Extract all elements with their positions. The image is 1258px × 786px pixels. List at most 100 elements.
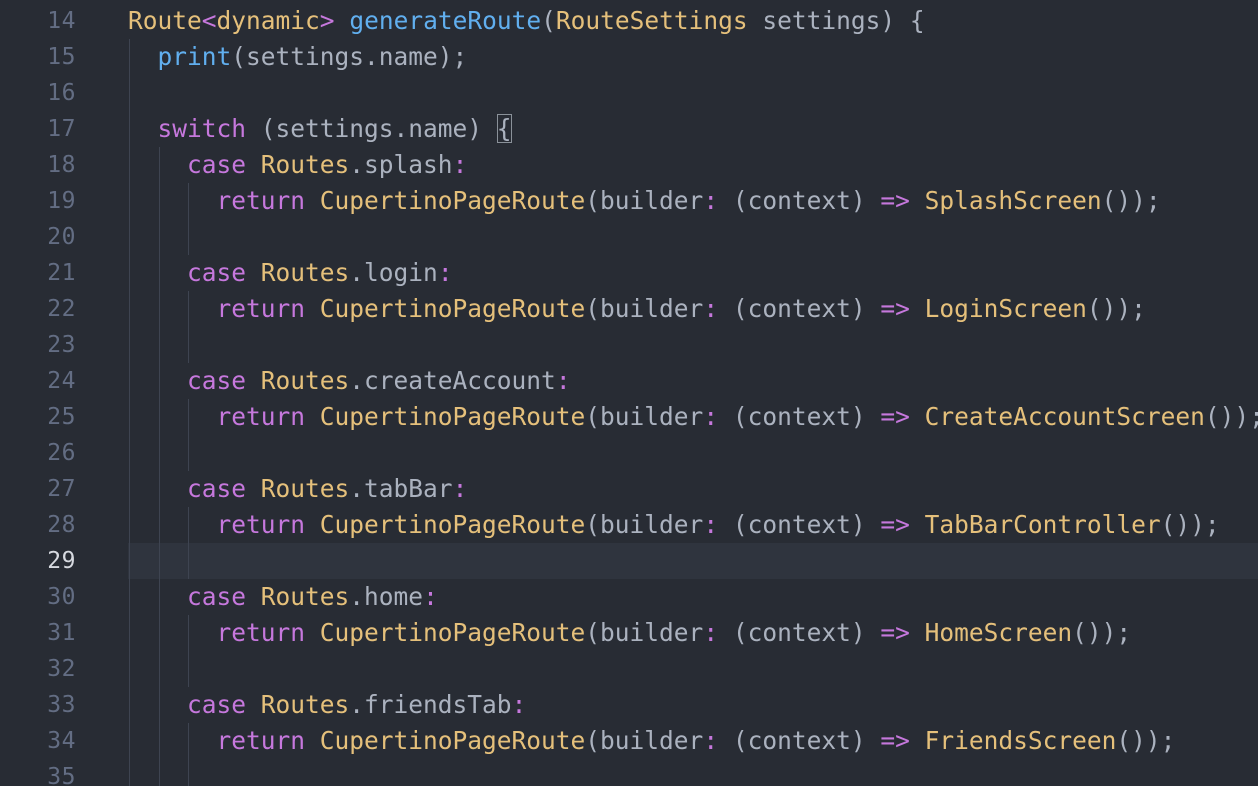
code-line[interactable]: 26: [0, 435, 1258, 471]
code-token: .tabBar: [349, 474, 453, 503]
line-number[interactable]: 33: [0, 689, 76, 721]
code-line[interactable]: 34 return CupertinoPageRoute(builder: (co…: [0, 723, 1258, 759]
indent-guide: [129, 219, 130, 255]
code-line[interactable]: 31 return CupertinoPageRoute(builder: (co…: [0, 615, 1258, 651]
line-number[interactable]: 18: [0, 149, 76, 181]
code-text[interactable]: case Routes.friendsTab:: [187, 689, 526, 721]
code-line[interactable]: 30 case Routes.home:: [0, 579, 1258, 615]
keyword-token: :: [703, 402, 719, 431]
code-text[interactable]: case Routes.home:: [187, 581, 438, 613]
line-number[interactable]: 26: [0, 437, 76, 469]
line-number[interactable]: 20: [0, 221, 76, 253]
indent-guide: [158, 543, 160, 579]
indent-guide: [129, 723, 130, 759]
line-number[interactable]: 31: [0, 617, 76, 649]
indent-guide: [188, 291, 189, 327]
line-number[interactable]: 16: [0, 77, 76, 109]
code-text[interactable]: Route<dynamic> generateRoute(RouteSettin…: [128, 5, 925, 37]
line-number[interactable]: 21: [0, 257, 76, 289]
code-line[interactable]: 23: [0, 327, 1258, 363]
line-number[interactable]: 15: [0, 41, 76, 73]
indent-guide: [158, 291, 160, 327]
indent-guide: [158, 687, 160, 723]
code-text[interactable]: case Routes.splash:: [187, 149, 467, 181]
line-number[interactable]: 32: [0, 653, 76, 685]
code-line[interactable]: 24 case Routes.createAccount:: [0, 363, 1258, 399]
line-number[interactable]: 35: [0, 761, 76, 786]
code-line[interactable]: 32: [0, 651, 1258, 687]
code-token: (builder: [585, 510, 704, 539]
code-token: (builder: [585, 618, 704, 647]
code-text[interactable]: print(settings.name);: [158, 41, 468, 73]
type-token: Routes: [260, 474, 350, 503]
keyword-token: return: [216, 618, 306, 647]
indent-guide: [188, 615, 189, 651]
indent-guide: [158, 255, 160, 291]
code-text[interactable]: switch (settings.name) {: [158, 113, 512, 145]
code-text[interactable]: case Routes.login:: [187, 257, 453, 289]
code-line[interactable]: 16: [0, 75, 1258, 111]
code-line[interactable]: 20: [0, 219, 1258, 255]
code-line[interactable]: 35: [0, 759, 1258, 786]
code-line[interactable]: 18 case Routes.splash:: [0, 147, 1258, 183]
type-token: dynamic: [216, 6, 320, 35]
line-number[interactable]: 14: [0, 5, 76, 37]
indent-guide: [129, 291, 130, 327]
indent-guide: [158, 399, 160, 435]
type-token: HomeScreen: [924, 618, 1073, 647]
code-text[interactable]: return CupertinoPageRoute(builder: (cont…: [217, 185, 1161, 217]
code-token: ());: [1101, 186, 1161, 215]
code-line[interactable]: 21 case Routes.login:: [0, 255, 1258, 291]
line-number[interactable]: 27: [0, 473, 76, 505]
code-line[interactable]: 22 return CupertinoPageRoute(builder: (co…: [0, 291, 1258, 327]
code-text[interactable]: return CupertinoPageRoute(builder: (cont…: [217, 401, 1258, 433]
code-line[interactable]: 27 case Routes.tabBar:: [0, 471, 1258, 507]
code-line[interactable]: 28 return CupertinoPageRoute(builder: (co…: [0, 507, 1258, 543]
line-number[interactable]: 34: [0, 725, 76, 757]
line-number[interactable]: 30: [0, 581, 76, 613]
code-text[interactable]: return CupertinoPageRoute(builder: (cont…: [217, 617, 1132, 649]
line-number[interactable]: 19: [0, 185, 76, 217]
line-number[interactable]: 23: [0, 329, 76, 361]
line-number[interactable]: 25: [0, 401, 76, 433]
code-editor[interactable]: 14 Route<dynamic> generateRoute(RouteSett…: [0, 0, 1258, 786]
code-token: (builder: [585, 186, 704, 215]
code-line[interactable]: 19 return CupertinoPageRoute(builder: (co…: [0, 183, 1258, 219]
code-line[interactable]: 29: [0, 543, 1258, 579]
code-line[interactable]: 33 case Routes.friendsTab:: [0, 687, 1258, 723]
code-line[interactable]: 15 print(settings.name);: [0, 39, 1258, 75]
keyword-token: switch: [157, 114, 247, 143]
code-text[interactable]: case Routes.tabBar:: [187, 473, 467, 505]
code-line[interactable]: 17 switch (settings.name) {: [0, 111, 1258, 147]
code-token: .friendsTab: [349, 690, 512, 719]
keyword-token: case: [187, 150, 247, 179]
code-text[interactable]: return CupertinoPageRoute(builder: (cont…: [217, 293, 1146, 325]
indent-guide: [158, 759, 160, 786]
type-token: RouteSettings: [555, 6, 748, 35]
line-number[interactable]: 24: [0, 365, 76, 397]
indent-guide: [129, 507, 130, 543]
code-text[interactable]: case Routes.createAccount:: [187, 365, 571, 397]
code-text[interactable]: return CupertinoPageRoute(builder: (cont…: [217, 725, 1176, 757]
code-text[interactable]: return CupertinoPageRoute(builder: (cont…: [217, 509, 1220, 541]
code-line[interactable]: 14 Route<dynamic> generateRoute(RouteSett…: [0, 3, 1258, 39]
line-number[interactable]: 29: [0, 545, 76, 577]
code-line[interactable]: 25 return CupertinoPageRoute(builder: (co…: [0, 399, 1258, 435]
code-token: ());: [1204, 402, 1258, 431]
keyword-token: :: [703, 510, 719, 539]
type-token: CupertinoPageRoute: [319, 726, 586, 755]
line-number[interactable]: 28: [0, 509, 76, 541]
code-token: settings) {: [747, 6, 925, 35]
code-token: ());: [1086, 294, 1146, 323]
code-token: (context): [718, 186, 881, 215]
line-number[interactable]: 22: [0, 293, 76, 325]
indent-guide: [188, 183, 189, 219]
line-number[interactable]: 17: [0, 113, 76, 145]
